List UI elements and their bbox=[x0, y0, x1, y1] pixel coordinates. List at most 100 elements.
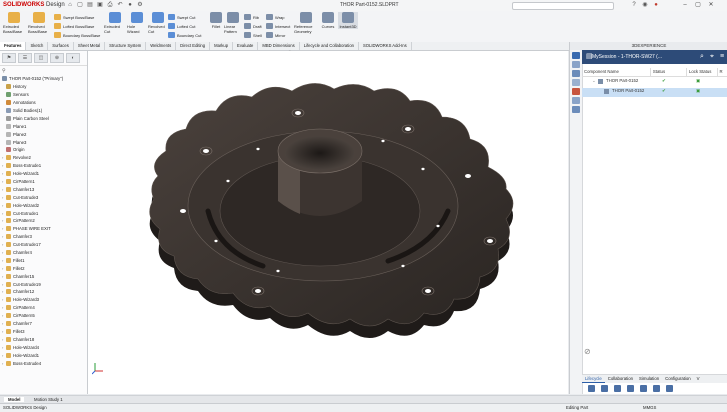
tab-addins[interactable]: SOLIDWORKS Add-Ins bbox=[359, 42, 412, 50]
lock-icon[interactable] bbox=[614, 385, 621, 392]
filter-icon[interactable]: ⚲ bbox=[2, 68, 22, 74]
tree-item[interactable]: › Chamfer7 bbox=[2, 320, 87, 328]
tree-item[interactable]: › Hole-Wizard1 bbox=[2, 351, 87, 359]
tab-weldments[interactable]: Weldments bbox=[146, 42, 177, 50]
tree-item[interactable]: › Boss-Extrude4 bbox=[2, 359, 87, 367]
search-input[interactable] bbox=[512, 2, 614, 10]
graphics-area[interactable] bbox=[88, 51, 568, 394]
shell-button[interactable]: Shell bbox=[244, 32, 262, 38]
wrap-button[interactable]: Wrap bbox=[266, 14, 284, 20]
tab-direct-editing[interactable]: Direct Editing bbox=[176, 42, 211, 50]
tab-lifecycle[interactable]: Lifecycle and Collaboration bbox=[300, 42, 359, 50]
tree-item[interactable]: › Chamfer15 bbox=[2, 272, 87, 280]
status-units[interactable]: MMGS bbox=[643, 405, 656, 410]
feature-tree-tab-icon[interactable]: ⚑ bbox=[2, 53, 16, 63]
tree-item[interactable]: › CirPattern2 bbox=[2, 217, 87, 225]
tree-item[interactable]: History bbox=[2, 83, 87, 91]
collapse-icon[interactable]: ⌄ bbox=[592, 78, 596, 84]
appearances-icon[interactable] bbox=[572, 88, 580, 95]
instant3d-button[interactable]: Instant3D bbox=[338, 12, 358, 29]
tree-item[interactable]: › Fillet3 bbox=[2, 328, 87, 336]
component-row[interactable]: ⌄ THOR Part-0152 ✔ ▣ bbox=[582, 78, 727, 87]
tree-item[interactable]: › Hole-Wizard3 bbox=[2, 296, 87, 304]
menu-icon[interactable]: ≡ bbox=[720, 53, 724, 61]
tree-item[interactable]: › Hole-Wizard2 bbox=[2, 201, 87, 209]
3dexperience-icon[interactable] bbox=[572, 52, 580, 59]
property-manager-tab-icon[interactable]: ☰ bbox=[18, 53, 32, 63]
component-row-selected[interactable]: THOR Part-0152 ✔ ▣ bbox=[582, 88, 727, 97]
tree-item[interactable]: › Revolve2 bbox=[2, 154, 87, 162]
tree-item[interactable]: › Fillet2 bbox=[2, 264, 87, 272]
unlock-icon[interactable] bbox=[627, 385, 634, 392]
tree-item[interactable]: › Hole-Wizard1 bbox=[2, 170, 87, 178]
design-library-icon[interactable] bbox=[572, 61, 580, 68]
tree-item[interactable]: › Chamfer13 bbox=[2, 185, 87, 193]
fillet-button[interactable]: Fillet bbox=[208, 12, 224, 29]
tree-item[interactable]: › Chamfer18 bbox=[2, 335, 87, 343]
tab-features[interactable]: Features bbox=[0, 42, 27, 50]
tag-icon[interactable]: ⌖ bbox=[710, 53, 714, 61]
tab-evaluate[interactable]: Evaluate bbox=[233, 42, 259, 50]
tab-configuration[interactable]: Configuration bbox=[662, 375, 694, 383]
hole-wizard-button[interactable]: Hole Wizard bbox=[127, 12, 147, 34]
tree-item[interactable]: › Cut-Extrude17 bbox=[2, 241, 87, 249]
display-tab-icon[interactable]: ◐ bbox=[66, 53, 80, 63]
tab-sketch[interactable]: Sketch bbox=[26, 42, 49, 50]
search-icon[interactable]: ⌕ bbox=[700, 53, 704, 61]
tree-item[interactable]: › Cut-Extrude19 bbox=[2, 280, 87, 288]
tab-motion-study[interactable]: Motion Study 1 bbox=[30, 397, 67, 402]
tab-v[interactable]: V bbox=[694, 375, 703, 383]
save-icon[interactable]: ▣ bbox=[96, 2, 104, 9]
tree-item[interactable]: › Fillet1 bbox=[2, 256, 87, 264]
undo-icon[interactable]: ↶ bbox=[116, 2, 124, 9]
tab-markup[interactable]: Markup bbox=[210, 42, 234, 50]
swept-boss-button[interactable]: Swept Boss/Base bbox=[54, 14, 94, 20]
curves-button[interactable]: Curves bbox=[320, 12, 336, 29]
tab-surfaces[interactable]: Surfaces bbox=[48, 42, 74, 50]
boundary-boss-button[interactable]: Boundary Boss/Base bbox=[54, 32, 100, 38]
tree-item[interactable]: Plane3 bbox=[2, 138, 87, 146]
maximize-icon[interactable]: ▢ bbox=[693, 1, 703, 9]
more-icon[interactable] bbox=[666, 385, 673, 392]
tree-item[interactable]: › Boss-Extrude1 bbox=[2, 162, 87, 170]
tree-item[interactable]: Plain Carbon Steel bbox=[2, 114, 87, 122]
options-icon[interactable]: ⚙ bbox=[136, 2, 144, 9]
lofted-cut-button[interactable]: Lofted Cut bbox=[168, 23, 195, 29]
custom-properties-icon[interactable] bbox=[572, 97, 580, 104]
reload-icon[interactable] bbox=[601, 385, 608, 392]
open-icon[interactable]: ▤ bbox=[86, 2, 94, 9]
new-doc-icon[interactable]: ▢ bbox=[76, 2, 84, 9]
tree-item[interactable]: Plane1 bbox=[2, 122, 87, 130]
user-icon[interactable]: ◉ bbox=[641, 2, 649, 9]
intersect-button[interactable]: Intersect bbox=[266, 23, 290, 29]
tree-item[interactable]: › CirPattern4 bbox=[2, 304, 87, 312]
forum-icon[interactable] bbox=[572, 106, 580, 113]
lofted-boss-button[interactable]: Lofted Boss/Base bbox=[54, 23, 94, 29]
tree-item[interactable]: › Chamfer3 bbox=[2, 233, 87, 241]
home-icon[interactable]: ⌂ bbox=[66, 2, 74, 9]
linear-pattern-button[interactable]: Linear Pattern bbox=[224, 12, 242, 34]
tree-item[interactable]: Solid Bodies(1) bbox=[2, 107, 87, 115]
minimize-icon[interactable]: – bbox=[680, 1, 690, 9]
tree-item[interactable]: › Hole-Wizard4 bbox=[2, 343, 87, 351]
tab-collaboration[interactable]: Collaboration bbox=[605, 375, 636, 383]
tab-sheet-metal[interactable]: Sheet Metal bbox=[74, 42, 106, 50]
boundary-cut-button[interactable]: Boundary Cut bbox=[168, 32, 201, 38]
reference-geometry-button[interactable]: Reference Geometry bbox=[294, 12, 318, 34]
tree-item[interactable]: › Cut-Extrude1 bbox=[2, 209, 87, 217]
tree-item[interactable]: Sensors bbox=[2, 91, 87, 99]
file-explorer-icon[interactable] bbox=[572, 70, 580, 77]
print-icon[interactable]: ⎙ bbox=[106, 2, 114, 9]
tree-item[interactable]: › CirPattern5 bbox=[2, 312, 87, 320]
tree-item[interactable]: › Chamfer4 bbox=[2, 249, 87, 257]
tree-item[interactable]: › Cut-Extrude3 bbox=[2, 193, 87, 201]
save-to-3dx-icon[interactable] bbox=[588, 385, 595, 392]
swept-cut-button[interactable]: Swept Cut bbox=[168, 14, 195, 20]
revolved-boss-button[interactable]: Revolved Boss/Base bbox=[28, 12, 50, 34]
tree-item[interactable]: › Chamfer12 bbox=[2, 288, 87, 296]
dimxpert-tab-icon[interactable]: ⊕ bbox=[50, 53, 64, 63]
configuration-tab-icon[interactable]: ◫ bbox=[34, 53, 48, 63]
tab-simulation[interactable]: Simulation bbox=[636, 375, 662, 383]
tab-model[interactable]: Model bbox=[4, 397, 25, 402]
tree-root[interactable]: THOR Part-0152 ("Primary") bbox=[2, 75, 87, 83]
